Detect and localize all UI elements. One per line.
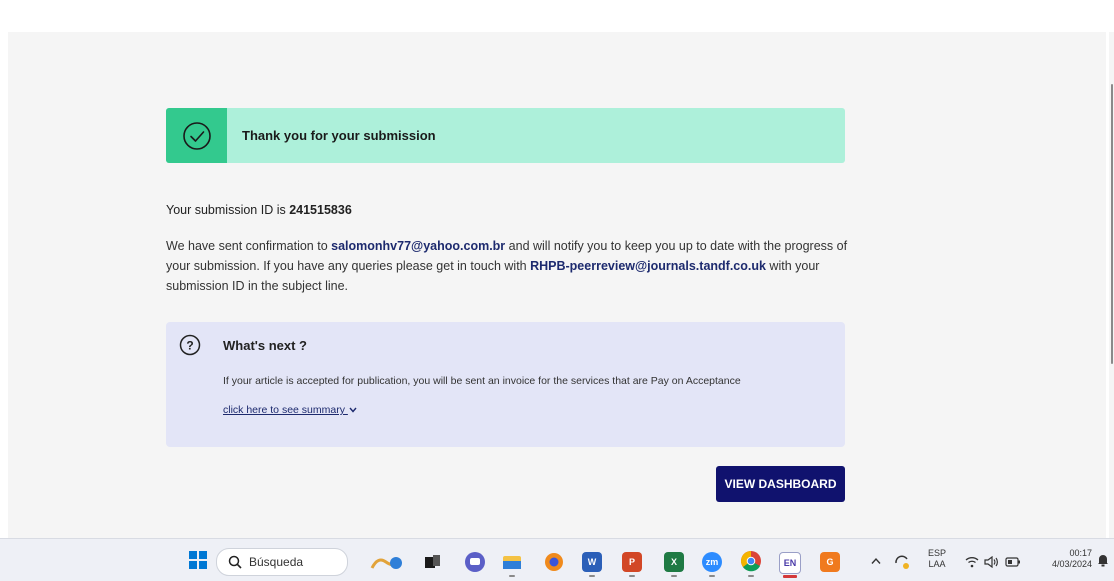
running-indicator [748, 575, 754, 577]
word-icon[interactable]: W [582, 552, 602, 572]
running-indicator [671, 575, 677, 577]
running-indicator [589, 575, 595, 577]
powerpoint-icon[interactable]: P [622, 552, 642, 572]
endnote-icon[interactable]: EN [779, 552, 801, 574]
running-indicator [509, 575, 515, 577]
see-summary-link[interactable]: click here to see summary [223, 404, 357, 416]
success-message: Thank you for your submission [242, 128, 436, 143]
language-code: ESP [927, 548, 946, 558]
whats-next-title: What's next ? [223, 338, 307, 353]
task-view-icon[interactable] [422, 552, 442, 572]
orange-app-icon[interactable]: G [820, 552, 840, 572]
clock-time: 00:17 [1069, 548, 1092, 558]
taskbar-search[interactable]: Búsqueda [216, 548, 348, 576]
see-summary-label: click here to see summary [223, 404, 348, 416]
file-explorer-icon[interactable] [502, 552, 522, 572]
notification-icon[interactable] [1097, 553, 1109, 567]
browser-icon[interactable] [544, 552, 564, 572]
chrome-icon[interactable] [740, 550, 762, 572]
check-circle-icon [182, 121, 211, 150]
volume-icon[interactable] [984, 556, 1000, 568]
view-dashboard-button[interactable]: VIEW DASHBOARD [716, 466, 845, 502]
scrollbar-thumb[interactable] [1111, 84, 1113, 364]
running-indicator [629, 575, 635, 577]
confirmation-paragraph: We have sent confirmation to salomonhv77… [166, 236, 856, 296]
confirmation-email: salomonhv77@yahoo.com.br [331, 239, 506, 253]
teams-chat-icon[interactable] [465, 552, 485, 572]
chevron-down-icon [349, 407, 357, 413]
submission-id-label: Your submission ID is [166, 203, 290, 217]
widgets-icon[interactable] [370, 552, 404, 572]
zoom-icon[interactable]: zm [702, 552, 722, 572]
scrollbar[interactable] [1109, 32, 1114, 538]
svg-text:?: ? [186, 339, 193, 353]
sync-icon[interactable] [893, 553, 911, 571]
clock-date: 4/03/2024 [1051, 559, 1092, 569]
success-icon-box [166, 108, 227, 163]
chevron-up-icon[interactable] [871, 557, 881, 565]
confirmation-text-1: We have sent confirmation to [166, 239, 332, 253]
whats-next-body: If your article is accepted for publicat… [223, 375, 741, 387]
submission-id-value: 241515836 [289, 203, 352, 217]
language-indicator[interactable]: ESP LAA [922, 548, 952, 570]
clock[interactable]: 00:17 4/03/2024 [1032, 548, 1092, 570]
search-icon [228, 555, 242, 569]
contact-email-link[interactable]: RHPB-peerreview@journals.tandf.co.uk [530, 259, 766, 273]
running-indicator-active [783, 575, 797, 578]
search-label: Búsqueda [249, 555, 304, 569]
question-circle-icon: ? [179, 334, 201, 356]
keyboard-layout: LAA [928, 559, 946, 569]
battery-icon[interactable] [1005, 557, 1021, 567]
submission-id-line: Your submission ID is 241515836 [166, 203, 352, 217]
success-banner: Thank you for your submission [166, 108, 845, 163]
running-indicator [709, 575, 715, 577]
whats-next-panel: ? What's next ? If your article is accep… [166, 322, 845, 447]
windows-start-icon[interactable] [189, 551, 207, 569]
excel-icon[interactable]: X [664, 552, 684, 572]
wifi-icon[interactable] [965, 556, 979, 568]
